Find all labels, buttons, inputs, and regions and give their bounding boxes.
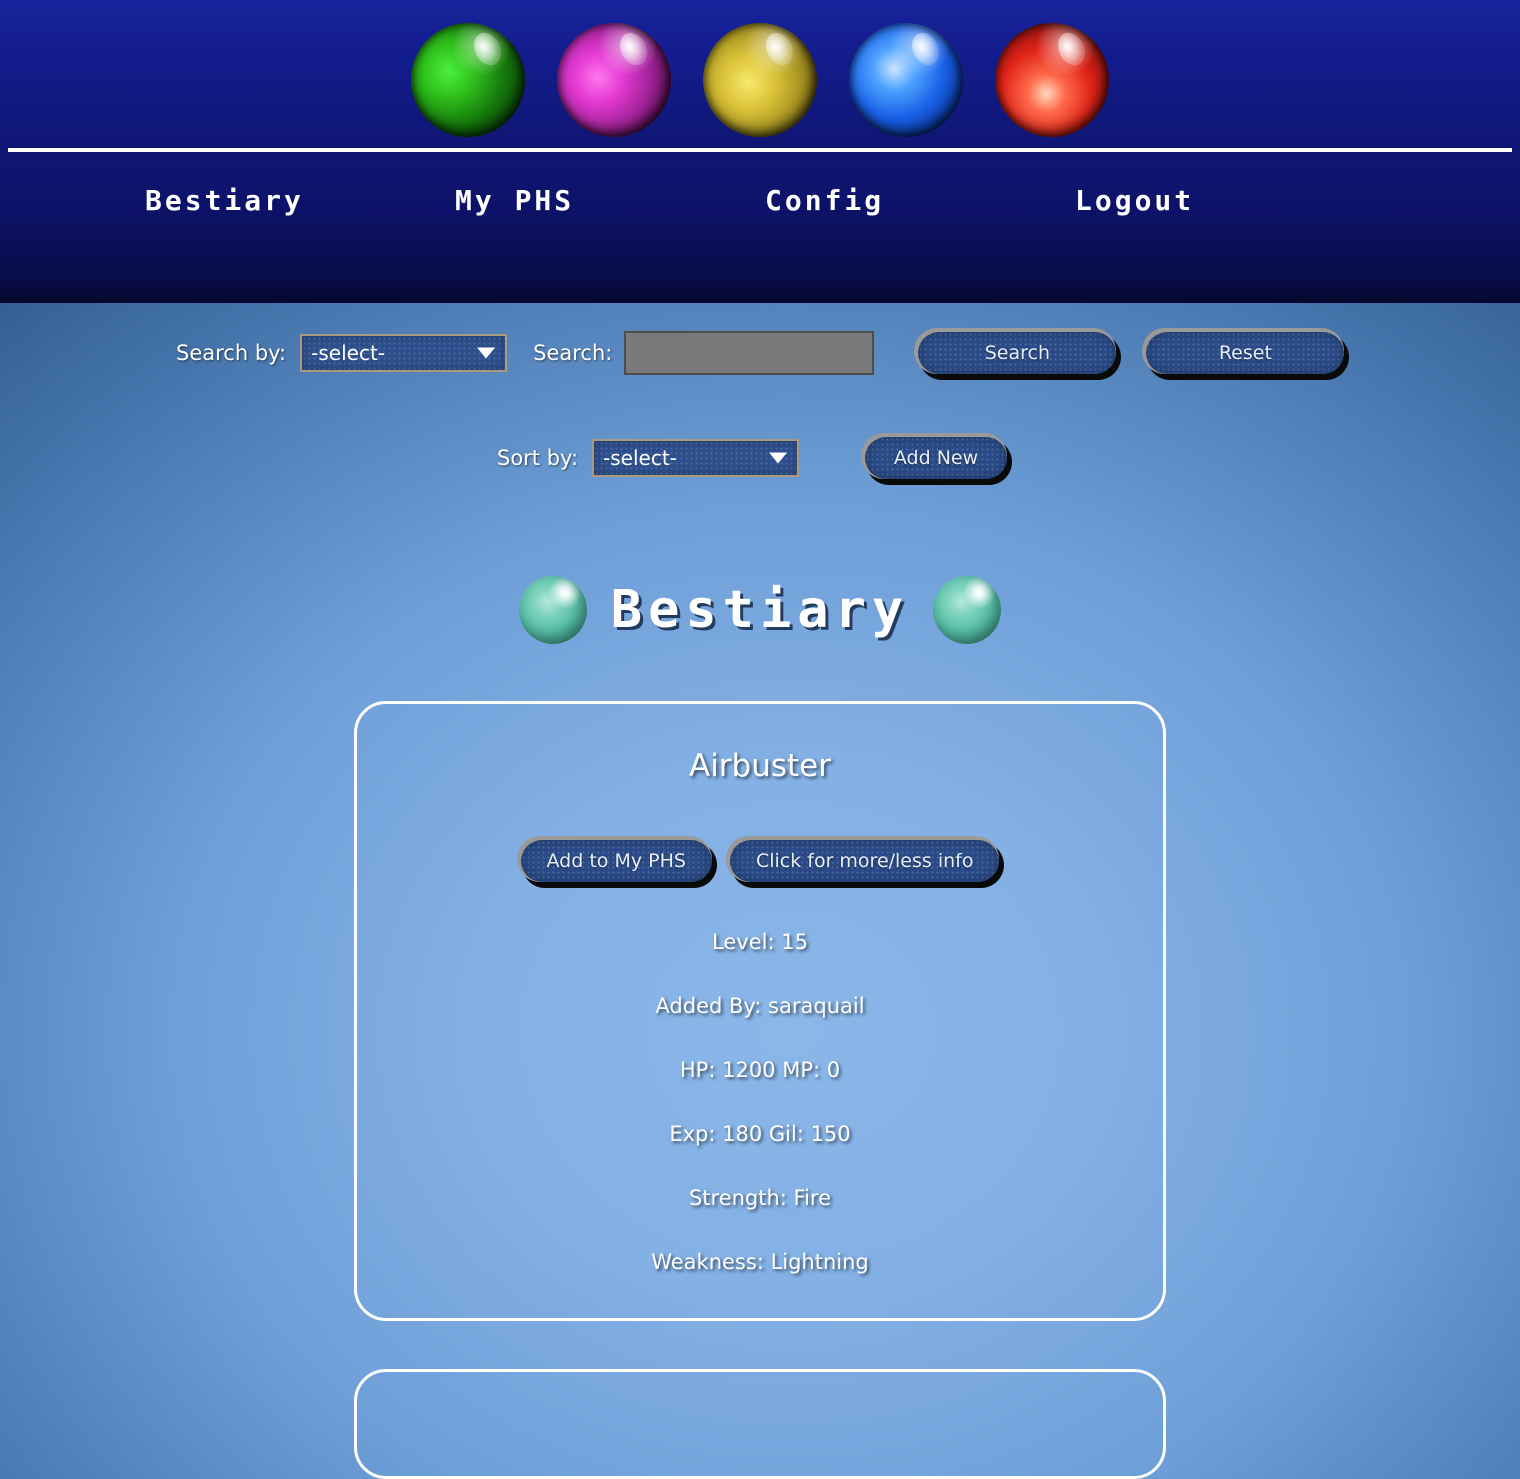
monster-stat-exp-gil: Exp: 180 Gil: 150 bbox=[669, 1121, 851, 1146]
search-input[interactable] bbox=[624, 331, 875, 375]
search-by-label: Search by: bbox=[176, 341, 287, 365]
orb-rim bbox=[557, 23, 671, 137]
chevron-down-icon bbox=[477, 347, 496, 359]
materia-orb-yellow bbox=[703, 23, 817, 137]
materia-orb-row bbox=[0, 0, 1520, 140]
materia-orb-green bbox=[411, 23, 525, 137]
monster-stat-strength: Strength: Fire bbox=[688, 1185, 832, 1210]
header-divider bbox=[8, 148, 1512, 152]
more-less-info-button[interactable]: Click for more/less info bbox=[729, 839, 1000, 882]
sort-by-label: Sort by: bbox=[497, 446, 579, 470]
search-controls-row: Search by: -select- Search: Search Reset bbox=[0, 303, 1520, 375]
monster-card: Airbuster Add to My PHS Click for more/l… bbox=[354, 700, 1166, 1321]
nav-link-logout[interactable]: Logout bbox=[1075, 184, 1385, 217]
page-title: Bestiary bbox=[610, 579, 910, 640]
sort-by-select[interactable]: -select- bbox=[592, 439, 800, 477]
add-new-button[interactable]: Add New bbox=[865, 437, 1008, 479]
sort-by-selected-value: -select- bbox=[603, 446, 677, 470]
materia-orb-red bbox=[995, 23, 1109, 137]
monster-card-next bbox=[354, 1368, 1166, 1479]
nav-link-config[interactable]: Config bbox=[765, 184, 1075, 217]
main-navigation: Bestiary My PHS Config Logout bbox=[135, 184, 1385, 217]
chevron-down-icon bbox=[769, 452, 788, 464]
page-title-row: Bestiary bbox=[0, 545, 1520, 675]
monster-stat-added-by: Added By: saraquail bbox=[655, 993, 865, 1018]
orb-rim bbox=[849, 23, 963, 137]
search-by-select[interactable]: -select- bbox=[300, 334, 508, 372]
reset-button[interactable]: Reset bbox=[1146, 332, 1345, 374]
nav-link-my-phs[interactable]: My PHS bbox=[455, 184, 765, 217]
materia-orb-blue bbox=[849, 23, 963, 137]
title-orb-left-icon bbox=[518, 575, 587, 644]
site-header: Bestiary My PHS Config Logout bbox=[0, 0, 1520, 303]
monster-stat-hp-mp: HP: 1200 MP: 0 bbox=[679, 1057, 841, 1082]
search-by-selected-value: -select- bbox=[311, 341, 385, 365]
nav-link-bestiary[interactable]: Bestiary bbox=[145, 184, 455, 217]
orb-rim bbox=[703, 23, 817, 137]
orb-rim bbox=[995, 23, 1109, 137]
monster-name: Airbuster bbox=[688, 747, 831, 784]
sort-controls-row: Sort by: -select- Add New bbox=[0, 375, 1520, 479]
monster-stat-weakness: Weakness: Lightning bbox=[651, 1249, 869, 1274]
search-button[interactable]: Search bbox=[918, 332, 1117, 374]
orb-rim bbox=[411, 23, 525, 137]
monster-card-button-row: Add to My PHS Click for more/less info bbox=[387, 839, 1133, 882]
materia-orb-purple bbox=[557, 23, 671, 137]
title-orb-right-icon bbox=[933, 575, 1002, 644]
search-label: Search: bbox=[533, 341, 613, 365]
monster-stat-level: Level: 15 bbox=[712, 929, 808, 954]
add-to-my-phs-button[interactable]: Add to My PHS bbox=[520, 839, 712, 882]
main-content: Search by: -select- Search: Search Reset… bbox=[0, 303, 1520, 1479]
